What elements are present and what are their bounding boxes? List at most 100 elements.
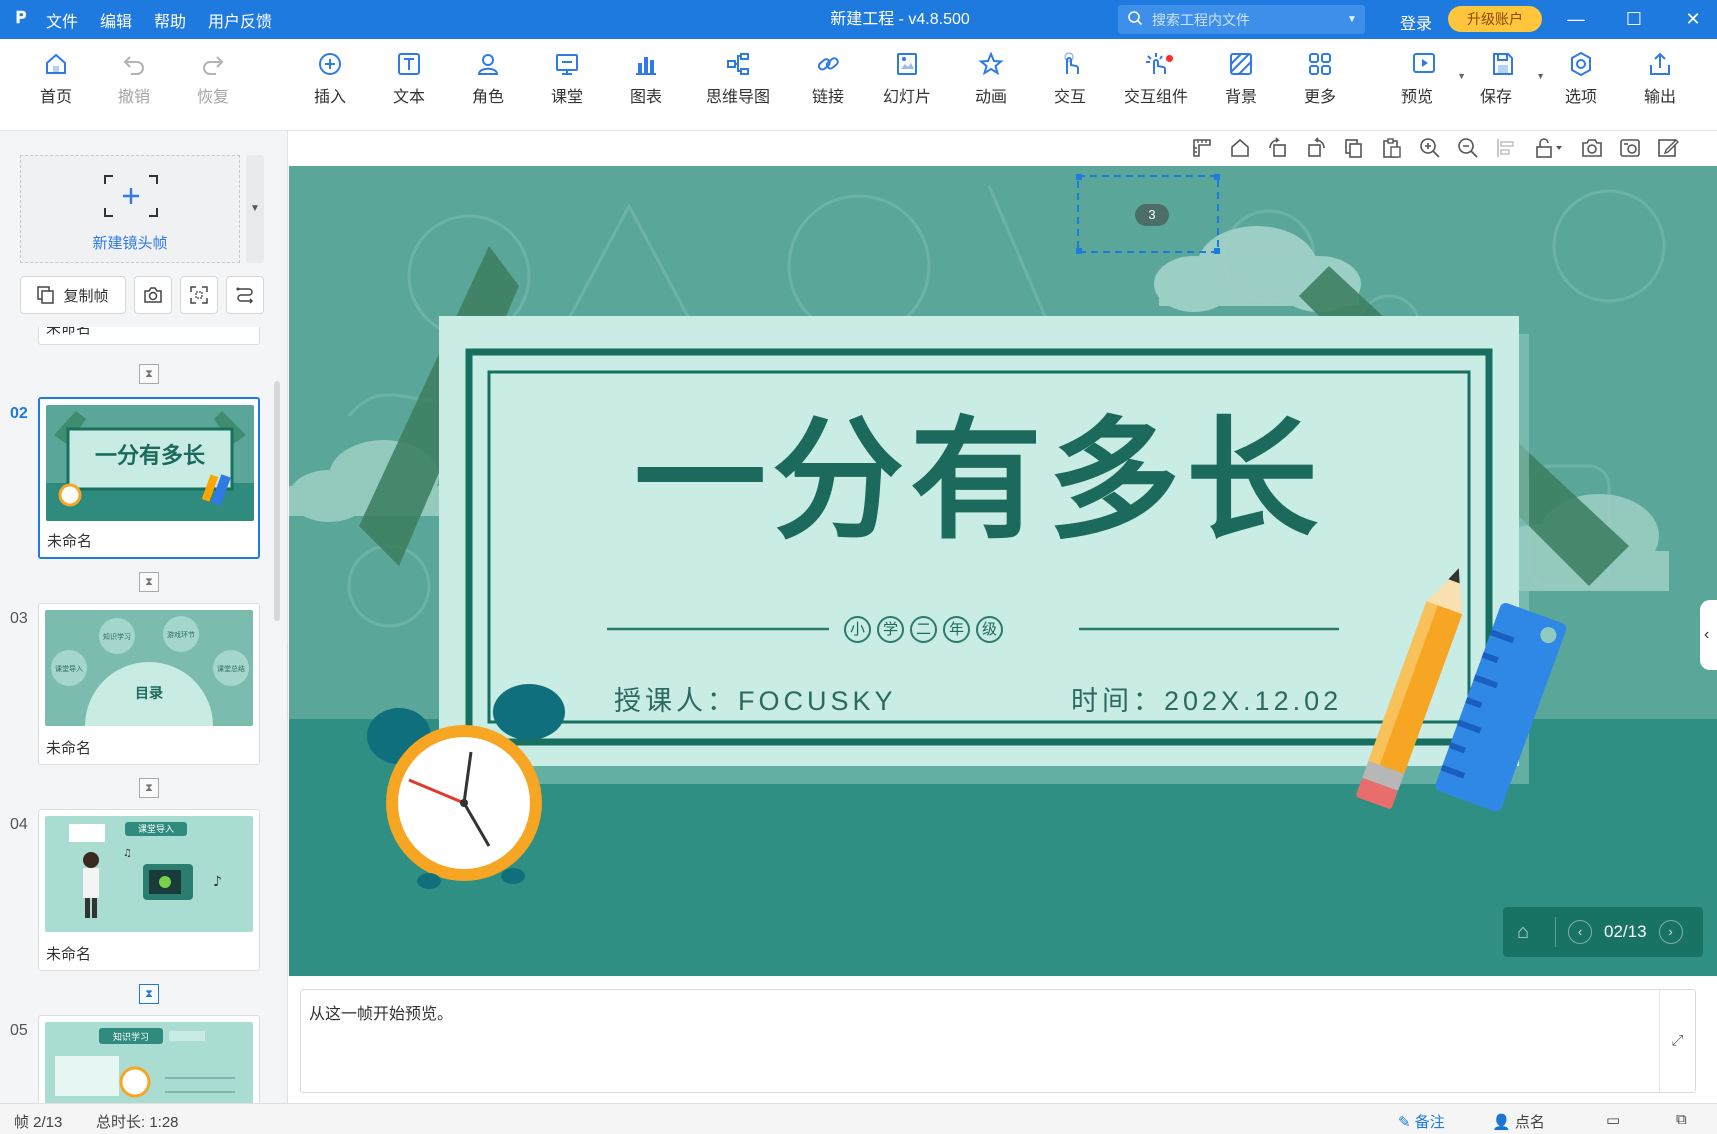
maximize-icon[interactable]: ☐ [1614, 0, 1654, 39]
fit-frame-button[interactable] [180, 276, 218, 314]
snapshot-button[interactable] [134, 276, 172, 314]
frame-number: 05 [10, 1022, 28, 1039]
notes-input[interactable]: 从这一帧开始预览。 [309, 1000, 453, 1024]
close-icon[interactable]: ✕ [1673, 0, 1713, 39]
animation-button[interactable]: 动画 [956, 51, 1026, 107]
frame-card-05[interactable]: 知识学习 [38, 1015, 260, 1103]
status-bar: 帧 2/13 总时长: 1:28 ✎ 备注 👤 点名 ▭ ⧉ [0, 1103, 1717, 1134]
frame-number: 04 [10, 816, 28, 833]
save-dropdown-icon[interactable]: ▼ [1536, 71, 1545, 81]
zoom-in-icon[interactable] [1418, 136, 1442, 160]
preview-icon [1413, 53, 1435, 73]
zoom-out-icon[interactable] [1456, 136, 1480, 160]
mindmap-button[interactable]: 思维导图 [700, 51, 776, 107]
slide-canvas[interactable]: 3 一分有多长 小 学 二 年 级 授课人：FOCUSKY 时间：202X.12… [289, 166, 1717, 976]
slide-title[interactable]: 一分有多长 [529, 406, 1429, 556]
new-frame-dropdown-icon[interactable]: ▼ [246, 155, 264, 263]
frame-card-03[interactable]: 知识学习 游戏环节 课堂导入 课堂总结 目录 未命名 [38, 603, 260, 765]
link-button[interactable]: 链接 [793, 51, 863, 107]
search-input[interactable]: 搜索工程内文件 [1152, 10, 1339, 30]
path-button[interactable] [226, 276, 264, 314]
nav-prev-icon[interactable]: ‹ [1568, 920, 1592, 944]
nav-next-icon[interactable]: › [1658, 920, 1683, 944]
character-icon [477, 54, 499, 75]
interaction-button[interactable]: 交互 [1035, 51, 1105, 107]
interactive-widget-button[interactable]: 交互组件 [1118, 51, 1194, 107]
lock-screen-icon[interactable]: ⧉ [1676, 1111, 1687, 1128]
save-button[interactable]: 保存 ▼ [1461, 51, 1545, 107]
more-button[interactable]: 更多 [1285, 51, 1355, 107]
menu-feedback[interactable]: 用户反馈 [208, 8, 272, 32]
minimize-icon[interactable]: — [1556, 0, 1596, 39]
expand-notes-icon[interactable]: ⤢ [1659, 990, 1695, 1092]
svg-text:课堂导入: 课堂导入 [55, 664, 83, 673]
frame-card-01[interactable]: 未命名 [38, 327, 260, 345]
transition-icon[interactable]: ⧗ [139, 984, 159, 1004]
home-icon [46, 53, 66, 74]
insert-icon [319, 53, 341, 75]
canvas-home-icon[interactable] [1228, 136, 1252, 160]
search-icon [1118, 10, 1152, 30]
login-link[interactable]: 登录 [1400, 10, 1432, 34]
slideshow-button[interactable]: 幻灯片 [872, 51, 942, 107]
screenshot-icon[interactable] [1580, 136, 1604, 160]
transition-icon[interactable]: ⧗ [139, 572, 159, 592]
redo-button[interactable]: 恢复 [178, 51, 248, 107]
insert-button[interactable]: 插入 [295, 51, 365, 107]
page-counter: 02/13 [1604, 922, 1647, 941]
title-bar: 𝐏 文件 编辑 帮助 用户反馈 新建工程 - v4.8.500 搜索工程内文件 … [0, 0, 1717, 39]
background-button[interactable]: 背景 [1206, 51, 1276, 107]
frame-list-scrollbar[interactable] [274, 381, 280, 621]
element-order-badge[interactable]: 3 [1135, 204, 1169, 226]
screen-icon[interactable]: ▭ [1606, 1111, 1620, 1129]
menu-file[interactable]: 文件 [46, 8, 78, 32]
new-frame-button[interactable]: 新建镜头帧 [20, 155, 240, 263]
svg-text:目录: 目录 [135, 686, 163, 702]
edit-icon[interactable] [1656, 136, 1680, 160]
character-button[interactable]: 角色 [453, 51, 523, 107]
paste-icon[interactable] [1380, 136, 1404, 160]
menu-help[interactable]: 帮助 [154, 8, 186, 32]
slide-navigator: ⌂ ‹ 02/13 › [1503, 907, 1703, 957]
copy-element-icon[interactable] [1342, 136, 1366, 160]
upgrade-button[interactable]: 升级账户 [1448, 6, 1542, 32]
undo-button[interactable]: 撤销 [99, 51, 169, 107]
export-button[interactable]: 输出 [1625, 51, 1695, 107]
grade-label[interactable]: 小 学 二 年 级 [844, 616, 1003, 643]
camera-icon [144, 287, 162, 303]
align-icon[interactable] [1494, 136, 1518, 160]
notes-panel: 从这一帧开始预览。 ⤢ [300, 989, 1696, 1093]
frame-name: 未命名 [47, 533, 93, 550]
record-icon[interactable] [1618, 136, 1642, 160]
frame-indicator: 帧 2/13 [14, 1114, 63, 1131]
rollcall-button[interactable]: 👤 点名 [1492, 1111, 1545, 1132]
text-button[interactable]: 文本 [374, 51, 444, 107]
copy-frame-button[interactable]: 复制帧 [20, 276, 126, 314]
search-box[interactable]: 搜索工程内文件 ▼ [1118, 5, 1365, 34]
home-button[interactable]: 首页 [21, 51, 91, 107]
search-dropdown-icon[interactable]: ▼ [1339, 14, 1365, 25]
transition-icon[interactable]: ⧗ [139, 778, 159, 798]
frame-thumbnail: 知识学习 [45, 1022, 253, 1103]
preview-button[interactable]: 预览 ▼ [1382, 51, 1466, 107]
fit-frame-icon [190, 286, 208, 304]
date-label[interactable]: 时间：202X.12.02 [1071, 679, 1342, 718]
chart-button[interactable]: 图表 [611, 51, 681, 107]
rotate-left-icon[interactable] [1266, 136, 1290, 160]
rotate-right-icon[interactable] [1304, 136, 1328, 160]
path-icon [236, 287, 254, 304]
classroom-button[interactable]: 课堂 [532, 51, 602, 107]
options-button[interactable]: 选项 [1546, 51, 1616, 107]
lock-icon[interactable] [1532, 136, 1566, 160]
export-icon [1650, 52, 1670, 75]
frame-card-04[interactable]: 课堂导入 ♪ ♫ 未命名 [38, 809, 260, 971]
collapse-right-panel-icon[interactable]: ‹ [1700, 600, 1717, 670]
transition-icon[interactable]: ⧗ [139, 364, 159, 384]
notes-toggle[interactable]: ✎ 备注 [1398, 1111, 1445, 1132]
menu-edit[interactable]: 编辑 [100, 8, 132, 32]
teacher-label[interactable]: 授课人：FOCUSKY [614, 679, 897, 718]
frame-card-02[interactable]: 一分有多长 未命名 [38, 397, 260, 559]
redo-icon [203, 56, 224, 75]
nav-home-icon[interactable]: ⌂ [1503, 921, 1543, 944]
ruler-icon[interactable] [1190, 136, 1214, 160]
